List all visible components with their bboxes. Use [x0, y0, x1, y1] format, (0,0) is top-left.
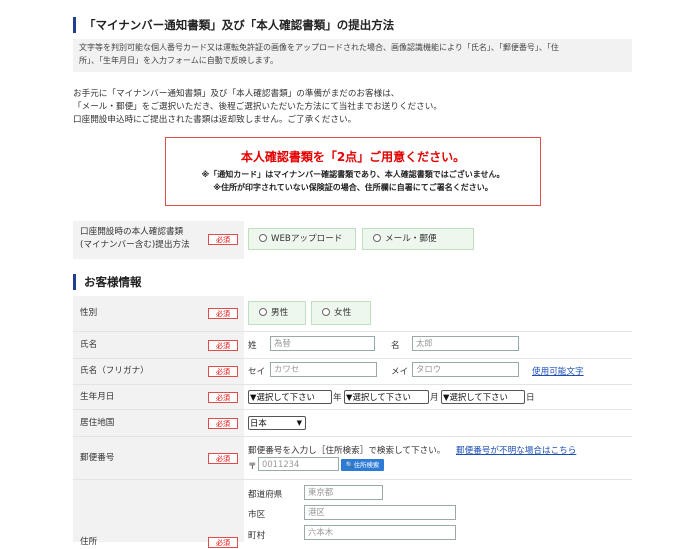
country-field: 日本 ▼ — [244, 410, 632, 436]
zip-label: 郵便番号 — [80, 453, 115, 463]
radio-circle-icon — [373, 233, 381, 242]
kana-sei-input[interactable]: カワセ — [270, 362, 377, 377]
gender-row: 性別 必須 男性 女性 — [73, 296, 632, 331]
town-label: 町村 — [248, 531, 266, 541]
city-label: 市区 — [248, 510, 266, 520]
required-badge: 必須 — [208, 234, 238, 245]
zip-row: 郵便番号 必須 郵便番号を入力し［住所検索］で検索して下さい。 郵便番号が不明な… — [73, 437, 632, 479]
country-selected-value: 日本 — [250, 418, 267, 428]
day-unit: 日 — [526, 393, 535, 403]
zip-fields: 郵便番号を入力し［住所検索］で検索して下さい。 郵便番号が不明な場合はこちら 〒… — [244, 437, 632, 479]
alert-title: 本人確認書類を「2点」ご用意ください。 — [240, 150, 466, 164]
birthdate-fields: ▼選択して下さい 年 ▼選択して下さい 月 ▼選択して下さい 日 — [244, 385, 632, 409]
method-label-line-1: 口座開設時の本人確認書類 — [80, 227, 184, 237]
radio-mail-post-label: メール・郵便 — [385, 234, 437, 244]
prefecture-input[interactable]: 東京都 — [304, 485, 383, 500]
heading-accent-bar — [73, 274, 76, 290]
birth-month-select[interactable]: ▼選択して下さい — [344, 390, 429, 404]
submission-heading-text: 「マイナンバー通知書類」及び「本人確認書類」の提出方法 — [84, 18, 395, 32]
required-badge: 必須 — [208, 308, 238, 319]
customer-heading-text: お客様情報 — [84, 275, 142, 289]
intro-text: お手元に「マイナンバー通知書類」及び「本人確認書類」の準備がまだのお客様は、 「… — [73, 88, 442, 127]
required-badge: 必須 — [208, 340, 238, 351]
radio-female[interactable]: 女性 — [311, 301, 371, 325]
required-badge: 必須 — [208, 392, 238, 403]
id-documents-alert: 本人確認書類を「2点」ご用意ください。 ※「通知カード」はマイナンバー確認書類で… — [165, 137, 541, 206]
alert-line-1: ※「通知カード」はマイナンバー確認書類であり、本人確認書類ではございません。 — [201, 170, 505, 179]
country-row: 居住地国 必須 日本 ▼ — [73, 410, 632, 436]
kana-sei-label: セイ — [248, 367, 266, 377]
chevron-down-icon: ▼ — [296, 419, 302, 427]
required-badge: 必須 — [208, 366, 238, 377]
mei-label: 名 — [391, 341, 400, 351]
submission-method-row: 口座開設時の本人確認書類 (マイナンバー含む)提出方法 必須 WEBアップロード… — [73, 221, 632, 259]
birth-year-select[interactable]: ▼選択して下さい — [248, 390, 332, 404]
radio-male-label: 男性 — [271, 308, 289, 318]
name-fields: 姓 為替 名 太郎 — [244, 332, 632, 358]
radio-female-label: 女性 — [334, 308, 352, 318]
submission-method-options: WEBアップロード メール・郵便 — [244, 221, 632, 259]
radio-male[interactable]: 男性 — [248, 301, 306, 325]
address-search-button[interactable]: 🔍住所検索 — [341, 459, 384, 471]
intro-line-2: 「メール・郵便」をご選択いただき、後程ご選択いただいた方法にて当社までお送りくだ… — [73, 102, 442, 112]
name-row: 氏名 必須 姓 為替 名 太郎 — [73, 332, 632, 358]
kana-mei-label: メイ — [391, 367, 409, 377]
usable-chars-link[interactable]: 使用可能文字 — [532, 365, 584, 377]
month-unit: 月 — [430, 393, 439, 403]
radio-circle-icon — [259, 307, 267, 316]
required-badge: 必須 — [208, 418, 238, 429]
year-unit: 年 — [333, 393, 342, 403]
kana-fields: セイ カワセ メイ タロウ 使用可能文字 — [244, 359, 632, 384]
birthdate-label: 生年月日 — [80, 392, 115, 402]
note-line-2: 所」、「生年月日」を入力フォームに自動で反映します。 — [79, 56, 278, 65]
radio-web-upload-label: WEBアップロード — [271, 234, 343, 244]
radio-mail-post[interactable]: メール・郵便 — [362, 228, 474, 250]
birth-day-select[interactable]: ▼選択して下さい — [441, 390, 525, 404]
address-search-label: 住所検索 — [353, 461, 380, 469]
address-label: 住所 — [80, 537, 98, 547]
gender-options: 男性 女性 — [244, 296, 632, 331]
required-badge: 必須 — [208, 537, 238, 548]
required-badge: 必須 — [208, 453, 238, 464]
kana-mei-input[interactable]: タロウ — [412, 362, 519, 377]
submission-method-label: 口座開設時の本人確認書類 (マイナンバー含む)提出方法 — [80, 226, 190, 252]
name-label: 氏名 — [80, 340, 98, 350]
zip-instruction: 郵便番号を入力し［住所検索］で検索して下さい。 — [248, 446, 446, 456]
city-input[interactable]: 港区 — [304, 505, 456, 520]
kana-row: 氏名（フリガナ） 必須 セイ カワセ メイ タロウ 使用可能文字 — [73, 359, 632, 384]
gender-label: 性別 — [80, 308, 98, 318]
country-select[interactable]: 日本 ▼ — [248, 416, 306, 430]
alert-line-2: ※住所が印字されていない保険証の場合、住所欄に自署にてご署名ください。 — [213, 183, 493, 192]
search-icon: 🔍 — [345, 461, 354, 469]
country-label: 居住地国 — [80, 418, 115, 428]
auto-fill-note: 文字等を判別可能な個人番号カード又は運転免許証の画像をアップロードされた場合、画… — [73, 39, 632, 72]
zip-unknown-link[interactable]: 郵便番号が不明な場合はこちら — [456, 444, 576, 456]
intro-line-3: 口座開設申込時にご提出された書類は返却致しません。ご了承ください。 — [73, 115, 357, 125]
sei-input[interactable]: 為替 — [270, 336, 375, 351]
town-input[interactable]: 六本木 — [304, 525, 456, 540]
zip-mark: 〒 — [248, 462, 257, 472]
prefecture-label: 都道府県 — [248, 490, 283, 500]
radio-circle-icon — [322, 307, 330, 316]
zip-input[interactable]: 0011234 — [258, 457, 339, 471]
customer-section-heading: お客様情報 — [73, 273, 142, 291]
sei-label: 姓 — [248, 341, 257, 351]
address-row: 住所 必須 都道府県 東京都 市区 港区 町村 六本木 — [73, 480, 632, 548]
address-fields: 都道府県 東京都 市区 港区 町村 六本木 — [244, 480, 632, 542]
note-line-1: 文字等を判別可能な個人番号カード又は運転免許証の画像をアップロードされた場合、画… — [79, 43, 559, 52]
radio-web-upload[interactable]: WEBアップロード — [248, 228, 356, 250]
kana-label: 氏名（フリガナ） — [80, 366, 149, 376]
mei-input[interactable]: 太郎 — [412, 336, 519, 351]
radio-circle-icon — [259, 233, 267, 242]
heading-accent-bar — [73, 17, 76, 33]
birthdate-row: 生年月日 必須 ▼選択して下さい 年 ▼選択して下さい 月 ▼選択して下さい 日 — [73, 385, 632, 409]
intro-line-1: お手元に「マイナンバー通知書類」及び「本人確認書類」の準備がまだのお客様は、 — [73, 89, 400, 99]
method-label-line-2: (マイナンバー含む)提出方法 — [80, 240, 190, 250]
submission-section-heading: 「マイナンバー通知書類」及び「本人確認書類」の提出方法 — [73, 16, 394, 34]
